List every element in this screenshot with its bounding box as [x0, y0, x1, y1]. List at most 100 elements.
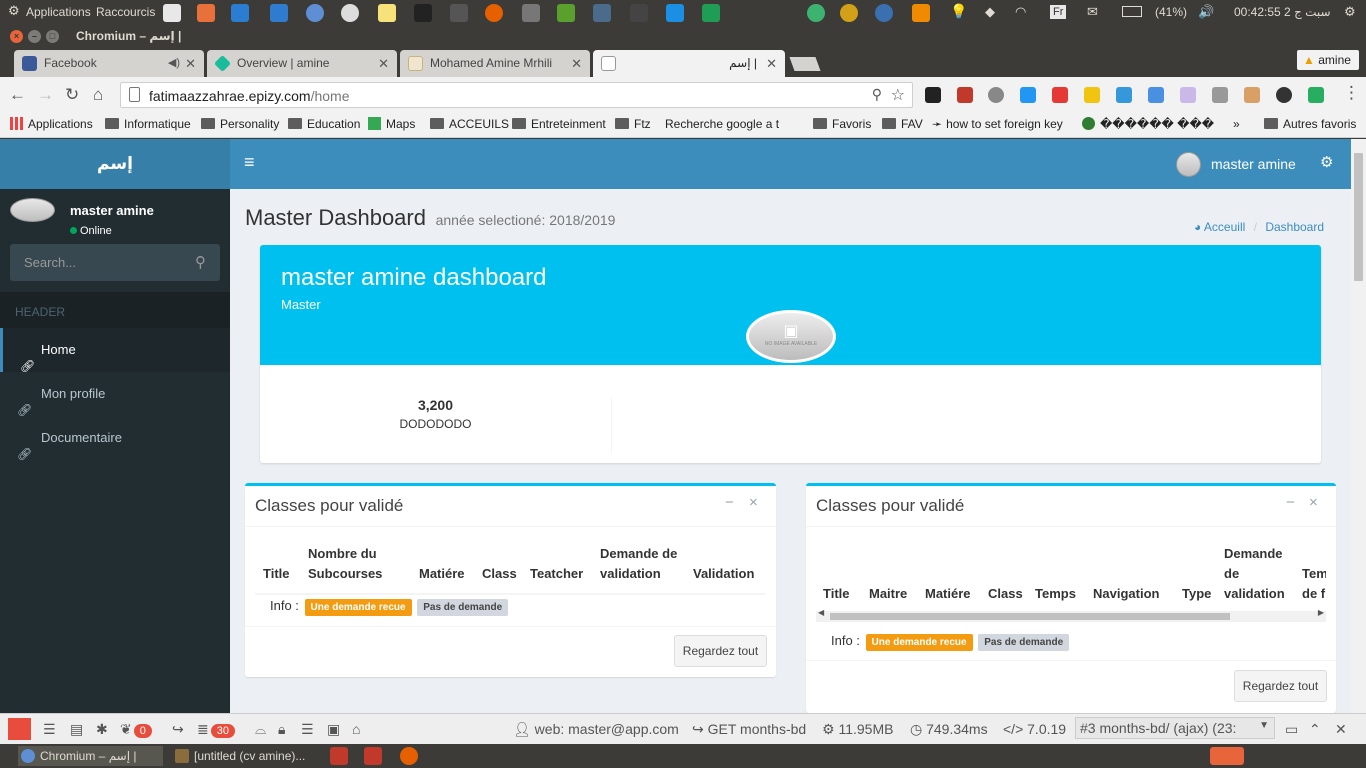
- bookmark-link[interactable]: ➛ how to set foreign key: [932, 117, 1067, 131]
- bookmark-link[interactable]: ������ ��� ��: [1082, 117, 1217, 131]
- filezilla-icon[interactable]: [330, 747, 348, 765]
- battery-icon[interactable]: [1122, 6, 1142, 17]
- workspace-switcher[interactable]: [1210, 747, 1244, 765]
- ext-json-icon[interactable]: [1180, 87, 1196, 103]
- files-icon[interactable]: [197, 4, 215, 22]
- ext-forward-icon[interactable]: [1052, 87, 1068, 103]
- collapse-icon[interactable]: −: [725, 494, 734, 511]
- bookmark-folder[interactable]: Personality: [201, 117, 279, 131]
- tab-mohamed[interactable]: Mohamed Amine Mrhili ✕: [400, 50, 590, 77]
- address-bar[interactable]: fatimaazzahrae.epizy.com/home ⚲ ☆: [120, 82, 913, 108]
- close-window-icon[interactable]: ×: [10, 30, 23, 43]
- url-text[interactable]: fatimaazzahrae.epizy.com/home: [149, 88, 350, 104]
- breadcrumb-home[interactable]: Acceuill: [1204, 220, 1245, 234]
- check-icon[interactable]: [557, 4, 575, 22]
- tab-facebook[interactable]: Facebook ◀) ✕: [14, 50, 204, 77]
- key-icon[interactable]: ⚲: [872, 86, 882, 103]
- dropbox-icon[interactable]: ◆: [985, 4, 995, 20]
- bookmark-folder[interactable]: FAV: [882, 117, 923, 131]
- filezilla-icon[interactable]: [364, 747, 382, 765]
- webstorm-icon[interactable]: [666, 4, 684, 22]
- lock-icon[interactable]: 🔒︎: [278, 721, 285, 738]
- scrollbar-thumb[interactable]: [830, 613, 1230, 620]
- close-debugbar-icon[interactable]: ✕: [1335, 721, 1347, 738]
- tray-weather-icon[interactable]: [875, 4, 893, 22]
- bug-icon[interactable]: ✱: [96, 721, 108, 738]
- ext-translate-icon[interactable]: [1148, 87, 1164, 103]
- scroll-right-icon[interactable]: ▶: [1318, 608, 1324, 617]
- ext-shield-icon[interactable]: [1212, 87, 1228, 103]
- home-icon[interactable]: ⌂: [93, 85, 103, 105]
- page-scrollbar[interactable]: [1351, 139, 1366, 713]
- apps-menu-icon[interactable]: ⚙: [8, 3, 20, 19]
- forward-icon[interactable]: →: [37, 85, 54, 105]
- bookmark-folder[interactable]: Informatique: [105, 117, 191, 131]
- vscode-icon[interactable]: [231, 4, 249, 22]
- applications-menu[interactable]: Applications: [26, 5, 91, 19]
- tags-icon[interactable]: ⌂: [352, 721, 360, 737]
- view-all-button[interactable]: Regardez tout: [674, 635, 767, 667]
- keyboard-layout[interactable]: Fr: [1050, 5, 1067, 19]
- ext-panel-icon[interactable]: [1116, 87, 1132, 103]
- ext-red-icon[interactable]: [957, 87, 973, 103]
- notes-icon[interactable]: [378, 4, 396, 22]
- mail-icon[interactable]: ✉: [1087, 4, 1098, 20]
- ext-php-icon[interactable]: [1276, 87, 1292, 103]
- sidebar-item-home[interactable]: 🔗︎ Home: [0, 328, 230, 373]
- volume-icon[interactable]: 🔊: [1198, 4, 1214, 20]
- window-icon[interactable]: [163, 4, 181, 22]
- audio-icon[interactable]: ◀): [168, 50, 180, 77]
- ext-bf-icon[interactable]: [1084, 87, 1100, 103]
- bulb-icon[interactable]: 💡: [950, 3, 967, 20]
- sidebar-item-profile[interactable]: 🔗︎ Mon profile: [0, 372, 230, 417]
- debugbar-php[interactable]: </> 7.0.19: [1003, 721, 1066, 737]
- bookmark-folder[interactable]: Education: [288, 117, 360, 131]
- debugbar-route[interactable]: ↪ GET months-bd: [692, 721, 806, 738]
- share-icon[interactable]: ↪: [172, 721, 184, 738]
- close-icon[interactable]: ×: [1309, 494, 1318, 511]
- bookmark-folder[interactable]: Favoris: [813, 117, 871, 131]
- search-icon[interactable]: ⚲: [195, 253, 206, 271]
- bookmark-folder[interactable]: Entreteinment: [512, 117, 606, 131]
- task-inkscape[interactable]: [untitled (cv amine)...: [172, 746, 320, 766]
- inkscape-icon[interactable]: [414, 4, 432, 22]
- chromium-icon[interactable]: [306, 4, 324, 22]
- debugbar-user[interactable]: 👤︎ web: master@app.com: [513, 721, 679, 738]
- box-icon[interactable]: ▣: [327, 721, 340, 738]
- tray-app-icon[interactable]: [807, 4, 825, 22]
- bookmark-apps[interactable]: Applications: [10, 117, 93, 131]
- list-icon[interactable]: ☰: [301, 721, 314, 738]
- scroll-left-icon[interactable]: ◀: [818, 608, 824, 617]
- task-chromium[interactable]: Chromium – إسم |: [18, 746, 163, 766]
- close-tab-icon[interactable]: ✕: [378, 50, 389, 77]
- maximize-icon[interactable]: ⌃: [1309, 721, 1321, 738]
- sidebar-item-documentaire[interactable]: 🔗︎ Documentaire: [0, 416, 230, 461]
- firefox-icon[interactable]: [485, 4, 503, 22]
- reload-icon[interactable]: ↻: [65, 85, 79, 105]
- bookmark-folder[interactable]: Ftz: [615, 117, 651, 131]
- firefox-icon[interactable]: [400, 747, 418, 765]
- tray-mascot-icon[interactable]: [840, 4, 858, 22]
- chrome-menu-icon[interactable]: ⋮: [1343, 83, 1360, 103]
- tasks-icon[interactable]: [522, 4, 540, 22]
- messages-icon[interactable]: ☰: [43, 721, 56, 738]
- bookmark-folder[interactable]: ACCEUILS: [430, 117, 509, 131]
- bookmark-link[interactable]: Recherche google a t: [665, 117, 797, 131]
- navbar-username[interactable]: master amine: [1211, 156, 1296, 172]
- close-icon[interactable]: ×: [749, 494, 758, 511]
- opera-icon[interactable]: [341, 4, 359, 22]
- request-select[interactable]: #3 months-bd/ (ajax) (23: ▼: [1075, 717, 1275, 739]
- gimp-icon[interactable]: [450, 4, 468, 22]
- sublime-icon[interactable]: [630, 4, 648, 22]
- ext-fi-icon[interactable]: [1020, 87, 1036, 103]
- open-folder-icon[interactable]: ▭: [1285, 721, 1298, 738]
- settings-gear-icon[interactable]: ⚙: [1320, 153, 1333, 171]
- ext-colors-icon[interactable]: [1308, 87, 1324, 103]
- timeline-icon[interactable]: ▤: [70, 721, 83, 738]
- power-icon[interactable]: ⚙: [1344, 4, 1356, 20]
- app-logo[interactable]: إسم: [0, 139, 230, 189]
- more-bookmarks-icon[interactable]: »: [1233, 117, 1240, 131]
- ext-face-icon[interactable]: [1244, 87, 1260, 103]
- user-avatar[interactable]: [1176, 152, 1201, 177]
- clock[interactable]: 00:42:55 2 ﺳﺒﺖ ﺝ: [1234, 5, 1331, 19]
